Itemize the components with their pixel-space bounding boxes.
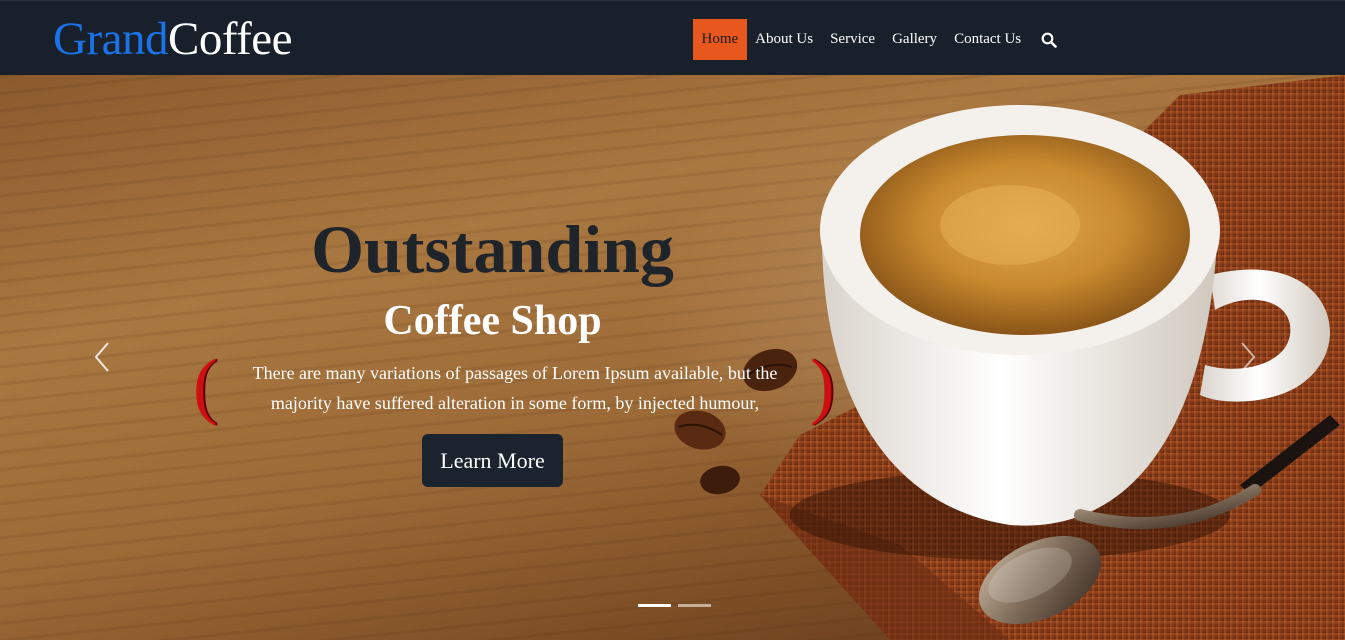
brand-part-grand: Grand xyxy=(53,13,168,65)
main-nav: Home About Us Service Gallery Contact Us xyxy=(693,19,1064,60)
brand-logo[interactable]: GrandCoffee xyxy=(53,13,293,65)
hero-title: Outstanding xyxy=(311,211,674,287)
navbar: GrandCoffee Home About Us Service Galler… xyxy=(0,0,1345,75)
hero-description-line2: majority have suffered alteration in som… xyxy=(270,393,760,413)
carousel-indicator-2[interactable] xyxy=(678,604,711,607)
left-parenthesis-decoration: ( xyxy=(193,345,218,427)
chevron-right-icon[interactable] xyxy=(1236,337,1260,377)
hero-description: There are many variations of passages of… xyxy=(222,358,808,418)
nav-item-service[interactable]: Service xyxy=(822,19,884,60)
right-parenthesis-decoration: ) xyxy=(810,345,835,427)
hero-carousel: Outstanding Coffee Shop ( There are many… xyxy=(0,75,1345,640)
nav-item-contact-us[interactable]: Contact Us xyxy=(946,19,1030,60)
hero-subtitle: Coffee Shop xyxy=(383,298,602,344)
hero-description-line1: There are many variations of passages of… xyxy=(252,363,778,383)
learn-more-button[interactable]: Learn More xyxy=(422,434,563,487)
brand-part-coffee: Coffee xyxy=(167,13,293,65)
nav-item-gallery[interactable]: Gallery xyxy=(884,19,946,60)
carousel-indicator-1[interactable] xyxy=(638,604,671,607)
carousel-indicators xyxy=(638,604,711,607)
nav-item-home[interactable]: Home xyxy=(693,19,747,60)
chevron-left-icon[interactable] xyxy=(90,337,114,377)
nav-item-about-us[interactable]: About Us xyxy=(747,19,822,60)
search-icon[interactable] xyxy=(1034,19,1064,60)
